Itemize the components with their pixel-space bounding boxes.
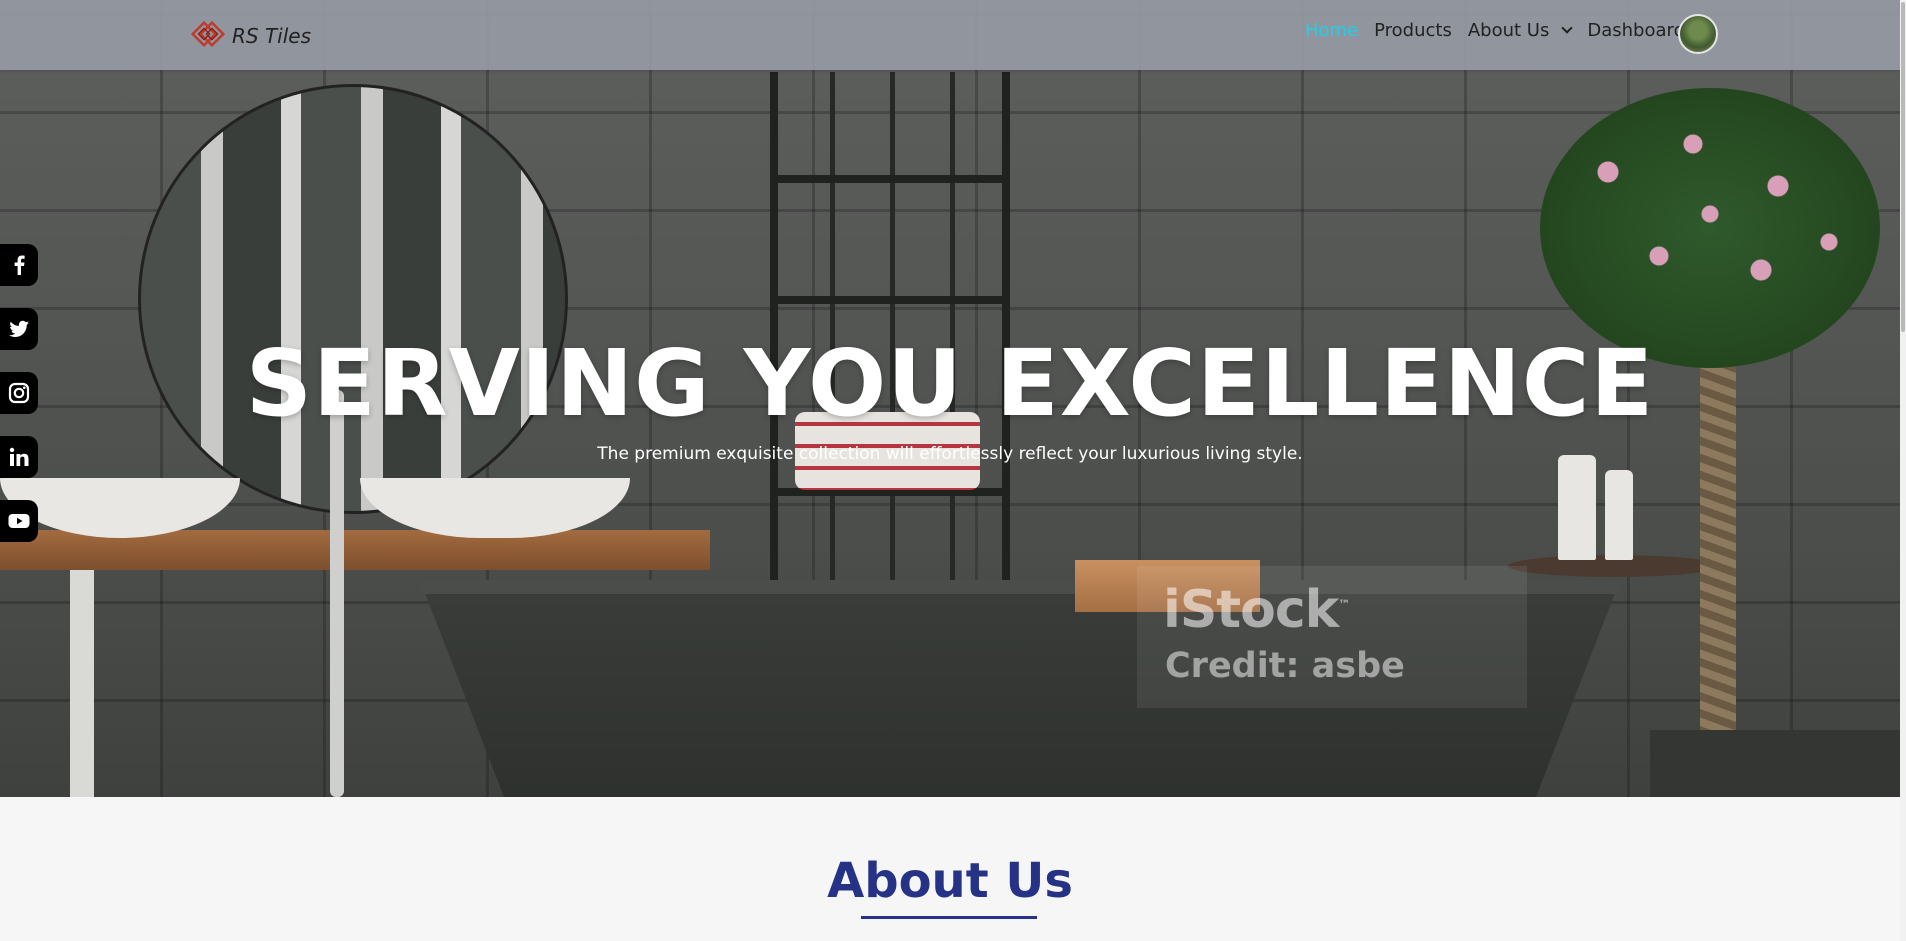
chevron-down-icon — [1561, 22, 1574, 34]
top-navbar: RS Tiles Home Products About Us Dashboar… — [0, 0, 1900, 70]
shelf-bar — [890, 72, 895, 582]
plant-pot — [1650, 730, 1900, 797]
nav-products[interactable]: Products — [1374, 20, 1452, 41]
about-title-underline — [861, 916, 1037, 919]
page-scrollbar[interactable] — [1900, 0, 1906, 941]
shelf-level — [770, 296, 1010, 304]
nav-products-label: Products — [1374, 20, 1452, 41]
nav-home[interactable]: Home — [1305, 20, 1358, 41]
about-section: About Us — [0, 797, 1900, 941]
twitter-icon — [9, 320, 29, 337]
youtube-icon — [8, 514, 30, 528]
hero-subtitle: The premium exquisite collection will ef… — [597, 444, 1303, 464]
shelf-bar — [950, 72, 955, 582]
lotion-bottle — [1605, 470, 1633, 560]
about-title: About Us — [827, 853, 1073, 909]
nav-home-label: Home — [1304, 20, 1359, 41]
brand-link[interactable]: RS Tiles — [190, 16, 311, 56]
flowering-plant — [1540, 88, 1880, 368]
hero-title: SERVING YOU EXCELLENCE — [245, 330, 1655, 437]
rs-tiles-logo-icon — [190, 16, 230, 56]
youtube-link[interactable] — [0, 500, 38, 542]
instagram-link[interactable] — [0, 372, 38, 414]
hero-banner: iStock™ Credit: asbe SERVING YOU EXCELLE… — [0, 0, 1900, 797]
watermark-brand: iStock™ — [1163, 580, 1350, 640]
lotion-bottle — [1558, 455, 1596, 560]
nav-about-dropdown[interactable]: About Us — [1467, 20, 1574, 41]
nav-dashboard-label: Dashboard — [1587, 20, 1685, 41]
brand-name: RS Tiles — [232, 24, 312, 48]
facebook-link[interactable] — [0, 244, 38, 286]
stock-watermark: iStock™ Credit: asbe — [1137, 566, 1527, 708]
sink-right — [360, 478, 630, 538]
vanity-leg — [70, 570, 94, 797]
linkedin-link[interactable] — [0, 436, 38, 478]
shelf-level — [770, 175, 1010, 183]
social-sidebar — [0, 244, 38, 542]
main-nav: Home Products About Us Dashboard — [1305, 20, 1685, 41]
shelf-bar — [830, 72, 835, 582]
watermark-credit: Credit: asbe — [1165, 646, 1405, 686]
user-avatar[interactable] — [1678, 14, 1718, 54]
linkedin-icon — [9, 447, 29, 466]
instagram-icon — [8, 382, 30, 404]
nav-dashboard[interactable]: Dashboard — [1587, 20, 1685, 41]
nav-about-label: About Us — [1467, 20, 1550, 41]
twitter-link[interactable] — [0, 308, 38, 350]
facebook-icon — [14, 255, 25, 275]
scrollbar-thumb[interactable] — [1901, 2, 1905, 332]
